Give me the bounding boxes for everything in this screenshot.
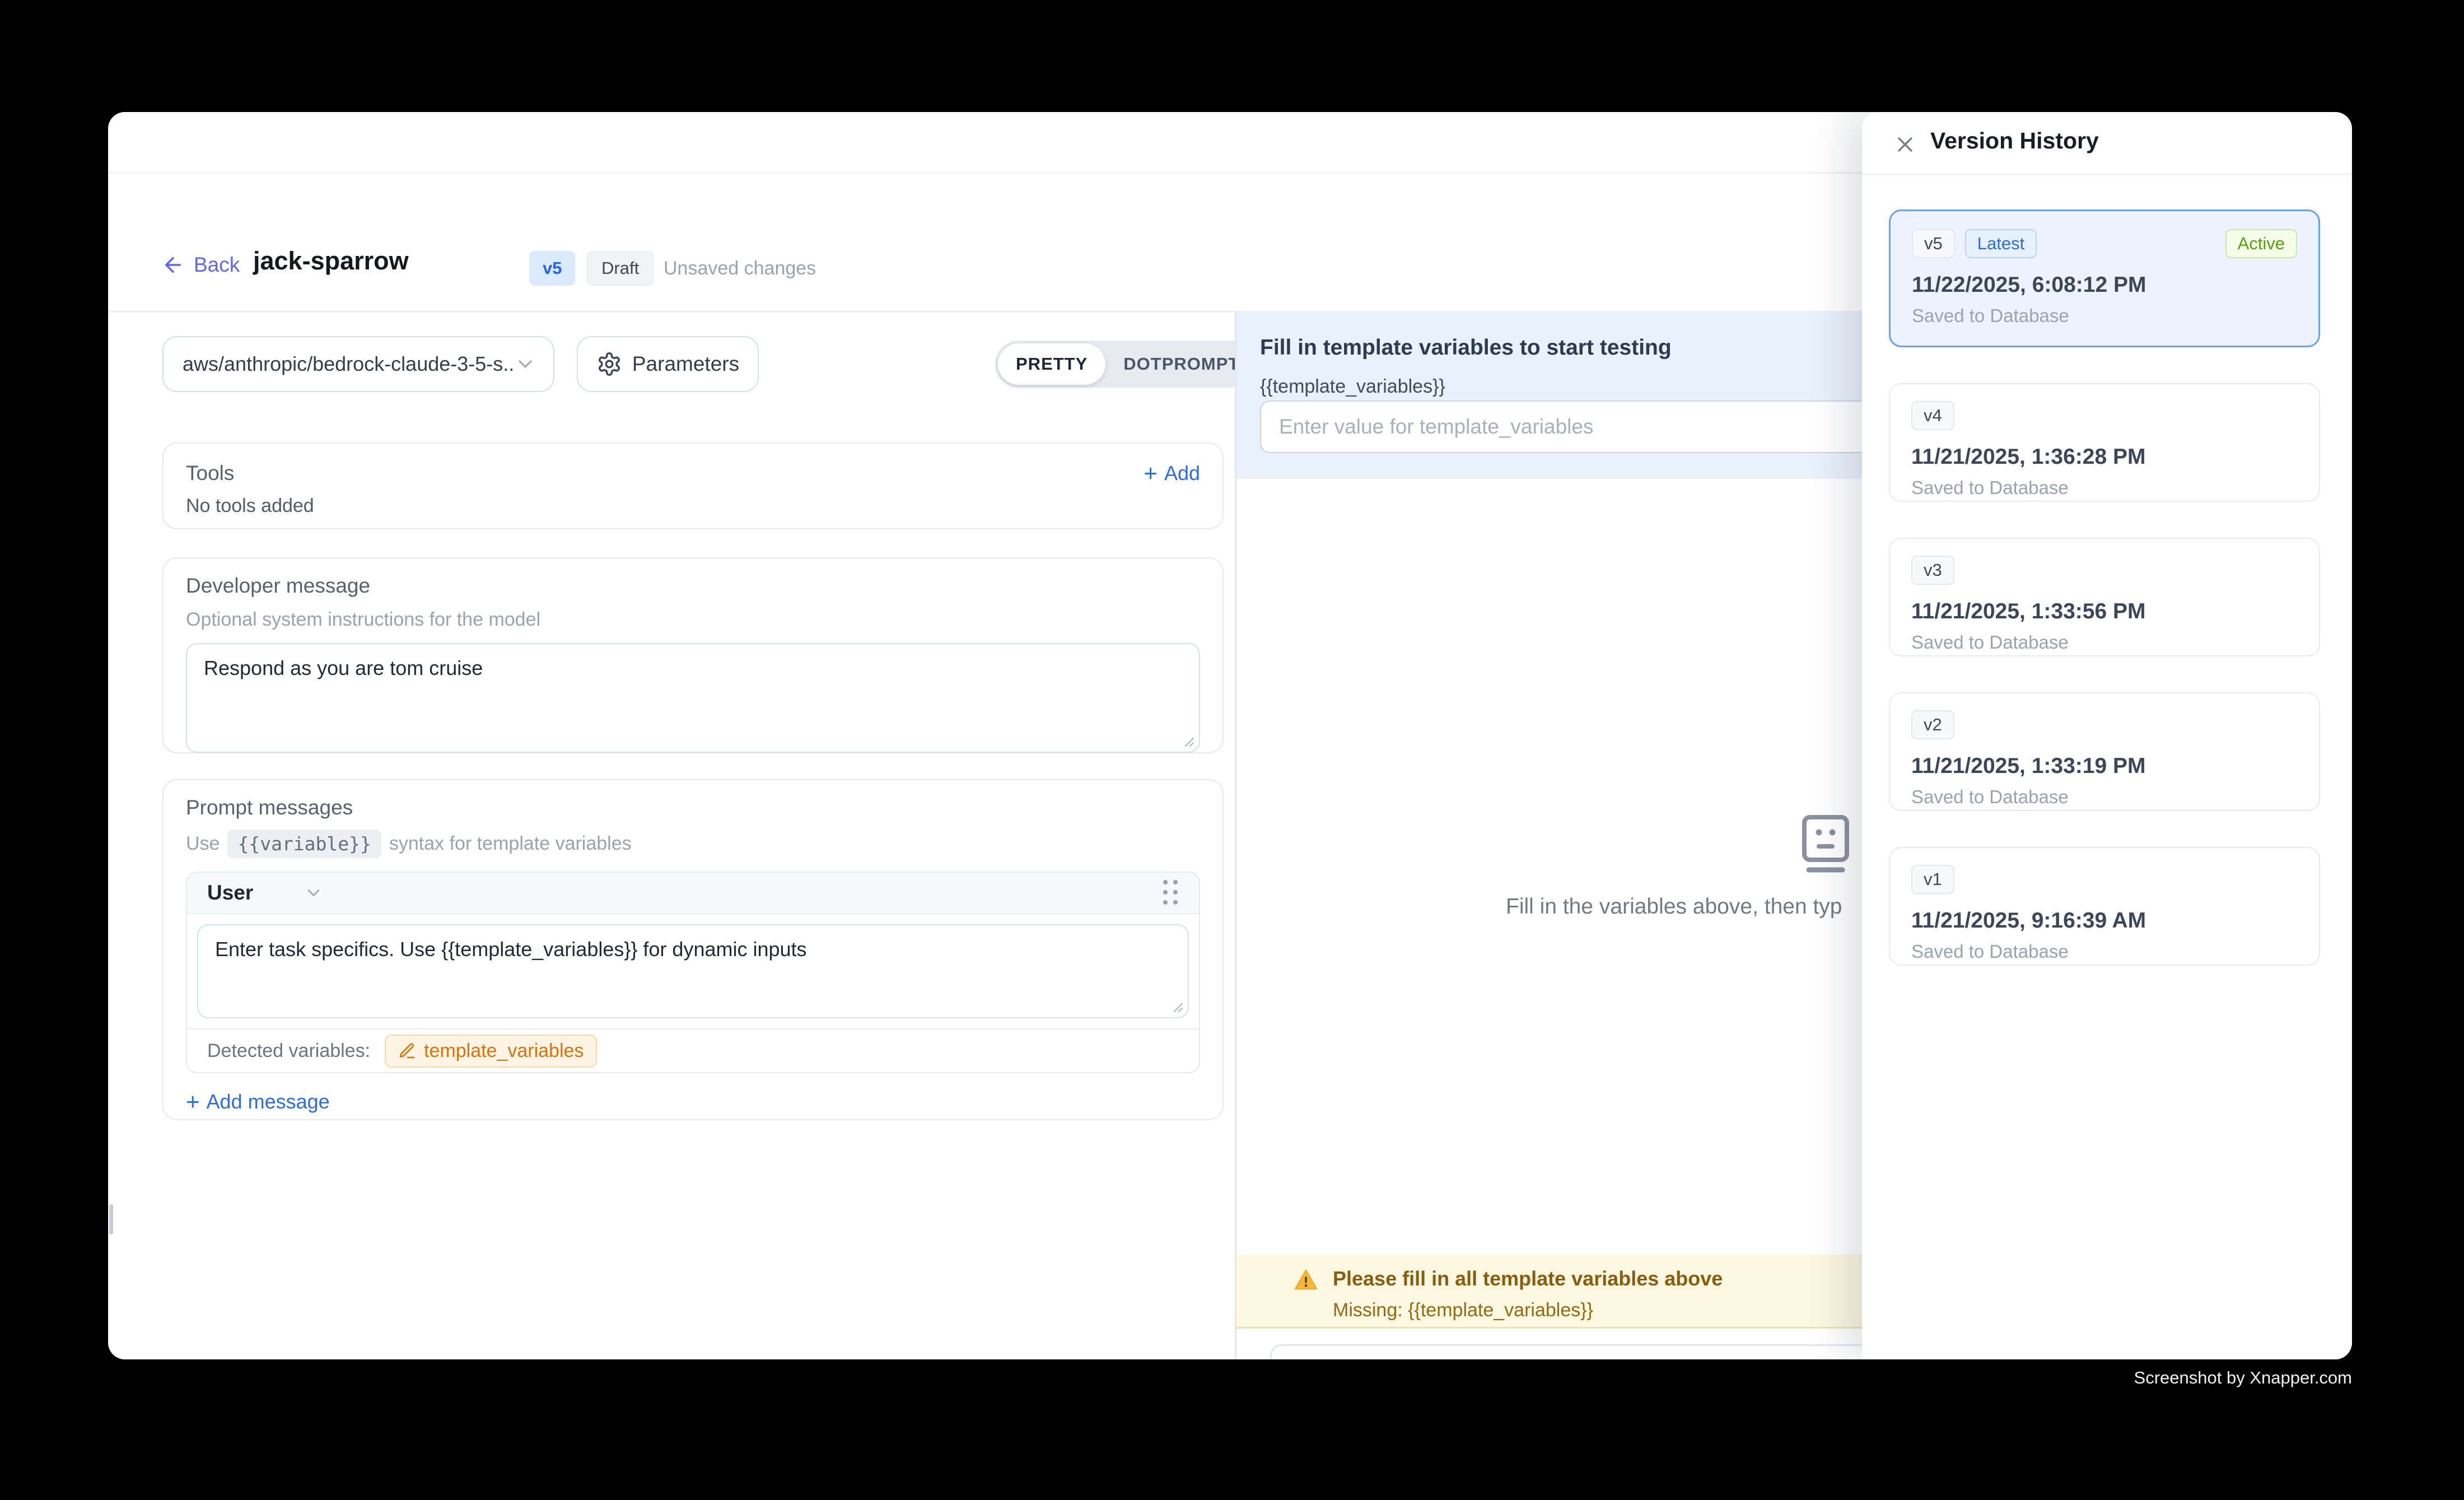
add-message-button[interactable]: + Add message [186,1090,1200,1114]
version-chip: v4 [1911,401,1954,430]
developer-message-textarea[interactable]: Respond as you are tom cruise [186,643,1200,753]
developer-message-card: Developer message Optional system instru… [162,557,1224,753]
add-message-label: Add message [207,1090,330,1114]
model-select[interactable]: aws/anthropic/bedrock-claude-3-5-s... [162,336,554,392]
gear-icon [596,351,622,377]
syntax-hint-suffix: syntax for template variables [389,833,632,855]
plus-icon: + [1144,463,1158,483]
version-list: v5 Latest Active 11/22/2025, 6:08:12 PM … [1889,209,2320,966]
plus-icon: + [186,1092,200,1112]
version-date: 11/21/2025, 9:16:39 AM [1911,909,2298,933]
version-chip: v2 [1911,710,1954,739]
warning-detail: Missing: {{template_variables}} [1333,1299,1723,1321]
message-block: User Enter task specifics. Use {{templat… [186,872,1200,1073]
version-date: 11/21/2025, 1:36:28 PM [1911,445,2298,469]
resize-handle-icon[interactable] [1179,732,1194,747]
detected-variable-name: template_variables [424,1040,584,1062]
bot-face-icon [1796,814,1855,874]
warning-title: Please fill in all template variables ab… [1333,1267,1723,1291]
syntax-hint-prefix: Use [186,833,220,855]
version-status: Saved to Database [1911,632,2298,653]
model-select-value: aws/anthropic/bedrock-claude-3-5-s... [183,352,514,376]
back-button[interactable]: Back [161,253,240,277]
version-status: Saved to Database [1911,477,2298,499]
version-date: 11/21/2025, 1:33:19 PM [1911,754,2298,779]
app-window: Back jack-sparrow v5 Draft Unsaved chang… [108,112,2352,1359]
version-status: Saved to Database [1912,305,2297,327]
scrollbar-thumb[interactable] [109,1204,113,1235]
version-date: 11/22/2025, 6:08:12 PM [1912,273,2297,297]
resize-handle-icon[interactable] [1168,997,1183,1013]
version-chip: v3 [1911,556,1954,585]
detected-variables-label: Detected variables: [207,1040,370,1062]
add-tool-label: Add [1164,462,1200,485]
close-icon[interactable] [1893,132,1917,157]
template-variables-title: Fill in template variables to start test… [1260,336,1672,360]
version-history-title: Version History [1930,128,2099,154]
version-date: 11/21/2025, 1:33:56 PM [1911,599,2298,624]
version-item-v5[interactable]: v5 Latest Active 11/22/2025, 6:08:12 PM … [1889,209,2320,347]
version-chip: v1 [1911,865,1954,894]
arrow-left-icon [161,253,185,277]
version-badge: v5 [529,251,575,286]
parameters-label: Parameters [632,352,739,376]
variable-syntax-chip: {{variable}} [227,830,381,858]
draft-badge: Draft [587,251,654,286]
template-variable-label: {{template_variables}} [1260,376,1445,398]
chevron-down-icon [514,353,536,375]
detected-variable-chip[interactable]: template_variables [385,1035,597,1068]
message-textarea[interactable]: Enter task specifics. Use {{template_var… [197,924,1189,1018]
parameters-button[interactable]: Parameters [577,336,759,392]
add-tool-button[interactable]: + Add [1144,462,1200,485]
version-item-v2[interactable]: v2 11/21/2025, 1:33:19 PM Saved to Datab… [1889,692,2320,811]
header-divider [108,311,1235,313]
warning-triangle-icon [1292,1267,1319,1327]
developer-message-title: Developer message [186,574,1200,598]
tools-card: Tools + Add No tools added [162,442,1224,529]
unsaved-changes-label: Unsaved changes [664,258,816,279]
detected-variables-row: Detected variables: template_variables [187,1028,1199,1072]
version-history-panel: Version History v5 Latest Active 11/22/2… [1862,112,2352,1359]
version-item-v4[interactable]: v4 11/21/2025, 1:36:28 PM Saved to Datab… [1889,383,2320,502]
panel-divider [1862,174,2352,175]
format-toggle: PRETTY DOTPROMPT [995,341,1260,388]
chevron-down-icon[interactable] [304,883,324,903]
empty-state-text: Fill in the variables above, then typ [1506,895,1842,919]
drag-handle-icon[interactable] [1163,880,1179,906]
active-badge: Active [2225,229,2297,258]
version-status: Saved to Database [1911,941,2298,962]
tools-empty-text: No tools added [186,495,1200,517]
version-status: Saved to Database [1911,786,2298,808]
version-item-v1[interactable]: v1 11/21/2025, 9:16:39 AM Saved to Datab… [1889,847,2320,966]
role-select-value[interactable]: User [207,881,253,905]
back-label: Back [194,253,240,277]
version-item-v3[interactable]: v3 11/21/2025, 1:33:56 PM Saved to Datab… [1889,538,2320,656]
page-title: jack-sparrow [253,246,409,276]
watermark-text: Screenshot by Xnapper.com [2134,1368,2352,1388]
page-header: Back jack-sparrow v5 Draft Unsaved chang… [108,241,1235,302]
version-chip: v5 [1912,229,1955,258]
pencil-icon [398,1042,416,1060]
message-header: User [187,873,1199,914]
prompt-messages-title: Prompt messages [186,796,1200,819]
developer-message-subtitle: Optional system instructions for the mod… [186,609,1200,631]
tools-title: Tools [186,462,234,485]
latest-badge: Latest [1965,229,2037,258]
toggle-pretty[interactable]: PRETTY [998,343,1105,385]
prompt-messages-card: Prompt messages Use {{variable}} syntax … [162,779,1224,1120]
